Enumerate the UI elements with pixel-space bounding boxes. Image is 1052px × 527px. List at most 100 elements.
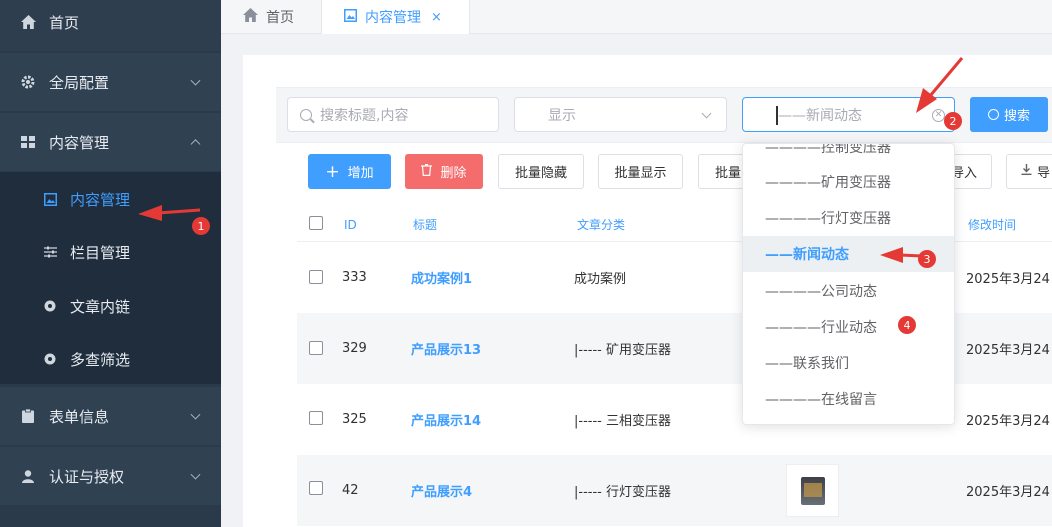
dropdown-option[interactable]: ————矿用变压器 [743,164,954,200]
sliders-icon [43,245,57,259]
submenu-item-column[interactable]: 栏目管理 [0,226,221,278]
submenu-item-label: 内容管理 [70,190,131,209]
dropdown-option[interactable]: ————公司动态 [743,273,954,309]
row-checkbox[interactable] [309,411,323,425]
cell-modified: 2025年3月24日 [966,414,1052,429]
download-icon [1021,164,1032,179]
cell-category: |----- 矿用变压器 [574,343,671,358]
annotation-badge-4: 4 [898,316,916,334]
sidebar-item-content-mgmt[interactable]: 内容管理 [0,113,221,171]
product-thumbnail [786,464,839,517]
circle-dot-icon [43,352,57,366]
close-icon[interactable]: × [431,10,442,25]
batch-show-button[interactable]: 批量显示 [598,154,683,189]
col-id: ID [344,217,357,232]
cell-title[interactable]: 成功案例1 [411,242,472,313]
tab-home[interactable]: 首页 [221,0,322,34]
sidebar-item-label: 认证与授权 [49,467,125,486]
category-select[interactable]: ——新闻动态 ✕ [742,97,955,132]
annotation-badge-3: 3 [918,250,936,268]
category-dropdown: ————控制变压器 ————矿用变压器 ————行灯变压器 ——新闻动态 ———… [742,143,955,425]
image-icon [344,8,357,26]
dropdown-option[interactable]: ————控制变压器 [743,144,954,165]
submenu-item-label: 多查筛选 [70,350,131,369]
home-icon [243,8,258,26]
submenu-item-content[interactable]: 内容管理 [0,173,221,225]
cell-category: |----- 行灯变压器 [574,485,671,500]
status-value: 显示 [548,107,576,124]
cell-category: |----- 三相变压器 [574,414,671,429]
cell-modified: 2025年3月24日 [966,485,1052,500]
chevron-down-icon [701,108,712,119]
chevron-down-icon [190,469,201,480]
cell-title[interactable]: 产品展示4 [411,455,472,526]
search-icon [300,108,312,121]
export-button[interactable]: 导 [1006,154,1052,189]
col-title: 标题 [413,218,438,232]
chevron-up-icon [190,139,201,150]
cell-title[interactable]: 产品展示14 [411,384,481,455]
submenu-item-multi-filter[interactable]: 多查筛选 [0,333,221,385]
cell-id: 325 [342,412,367,427]
row-checkbox[interactable] [309,341,323,355]
gear-icon [20,74,36,90]
clipboard-icon [20,408,36,424]
transformer-image [800,476,825,505]
sidebar-item-label: 内容管理 [49,133,110,152]
cell-title[interactable]: 产品展示13 [411,313,481,384]
tab-label: 内容管理 [365,10,421,26]
annotation-badge-2: 2 [944,112,962,130]
chevron-down-icon [190,75,201,86]
search-input[interactable]: 搜索标题,内容 [287,97,499,132]
category-placeholder: ——新闻动态 [778,107,862,124]
sidebar-item-home[interactable]: 首页 [0,0,221,51]
add-button[interactable]: + 增加 [308,154,391,189]
annotation-badge-1: 1 [192,217,210,235]
sidebar: 首页 全局配置 内容管理 内容管理 栏目管理 文章内链 多查筛选 表单信息 认证… [0,0,221,527]
cell-id: 329 [342,341,367,356]
search-icon [987,109,999,120]
search-placeholder: 搜索标题,内容 [320,107,409,124]
delete-button[interactable]: 删除 [405,154,483,189]
select-all-checkbox[interactable] [309,216,323,230]
cell-id: 333 [342,270,367,285]
add-label: 增加 [347,166,374,181]
table-row: 42 产品展示4 |----- 行灯变压器 2025年3月24日 [297,455,1052,526]
content-submenu: 内容管理 栏目管理 文章内链 多查筛选 [0,172,221,384]
cell-id: 42 [342,483,359,498]
batch-hide-button[interactable]: 批量隐藏 [498,154,584,189]
submenu-item-label: 文章内链 [70,297,131,316]
sidebar-item-label: 表单信息 [49,407,110,426]
trash-icon [421,163,433,180]
grid-icon [20,134,36,150]
delete-label: 删除 [440,166,467,181]
sidebar-item-global-config[interactable]: 全局配置 [0,53,221,111]
image-icon [43,192,57,206]
plus-icon: + [325,161,340,182]
status-select[interactable]: 显示 [514,97,727,132]
col-modified: 修改时间 [968,218,1017,232]
cell-modified: 2025年3月24日 [966,272,1052,287]
row-checkbox[interactable] [309,270,323,284]
sidebar-item-label: 首页 [49,13,80,32]
chevron-down-icon [190,409,201,420]
search-button[interactable]: 搜索 [970,97,1048,132]
export-label: 导 [1037,166,1051,181]
tab-bar: 首页 内容管理 × [221,0,1052,34]
tab-content-mgmt[interactable]: 内容管理 × [322,0,470,34]
submenu-item-label: 栏目管理 [70,243,131,262]
col-category: 文章分类 [577,218,626,232]
sidebar-item-auth[interactable]: 认证与授权 [0,447,221,505]
dropdown-option[interactable]: ————行灯变压器 [743,200,954,236]
dropdown-option[interactable]: ——联系我们 [743,345,954,381]
circle-dot-icon [43,299,57,313]
sidebar-item-form-info[interactable]: 表单信息 [0,387,221,445]
dropdown-option[interactable]: ————行业动态 [743,309,954,345]
home-icon [20,14,36,30]
submenu-item-article-links[interactable]: 文章内链 [0,280,221,332]
user-icon [20,468,36,484]
text-cursor [776,106,778,125]
dropdown-option[interactable]: ————在线留言 [743,381,954,417]
row-checkbox[interactable] [309,481,323,495]
cell-category: 成功案例 [574,272,627,287]
